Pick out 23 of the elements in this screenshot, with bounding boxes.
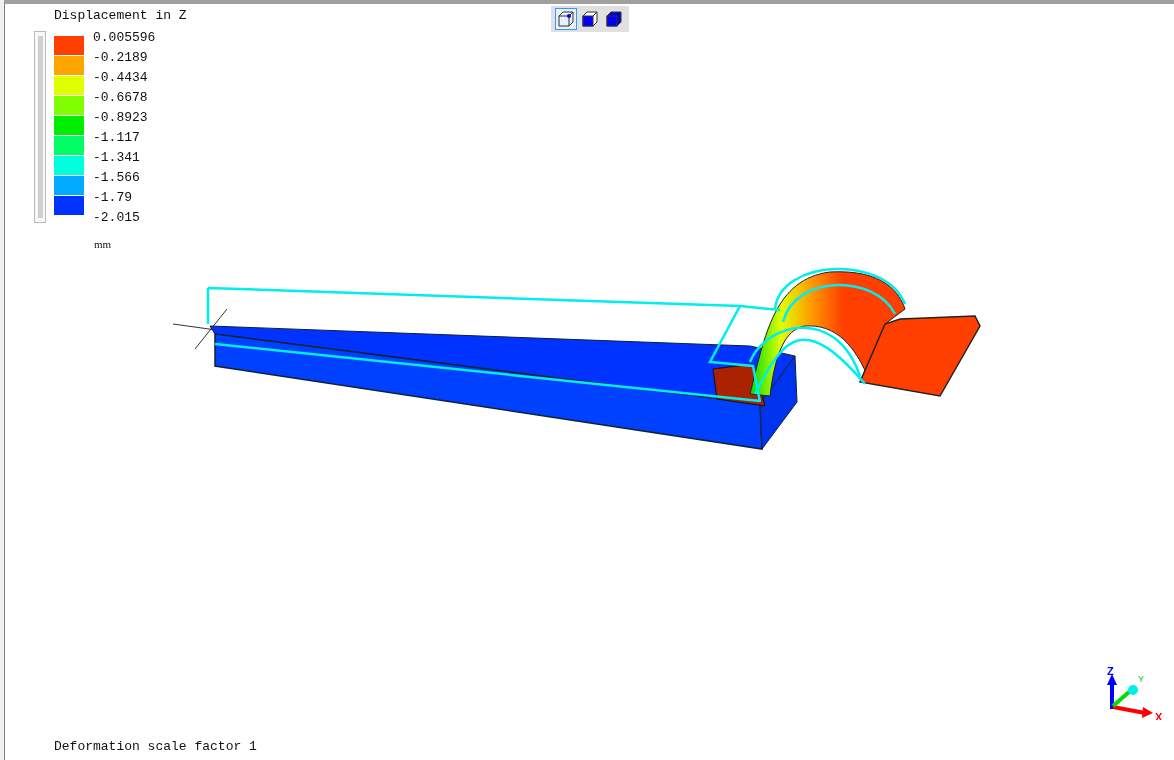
axis-label: Z (1107, 665, 1114, 677)
legend-value: -0.6678 (93, 89, 149, 107)
view-mode-button[interactable] (603, 8, 625, 30)
legend-value: -1.566 (93, 169, 141, 187)
legend-value: -0.4434 (93, 69, 149, 87)
legend-title: Displacement in Z (54, 8, 187, 24)
legend-value: 0.005596 (93, 29, 156, 47)
legend-value: -0.8923 (93, 109, 149, 127)
cube-icon (582, 11, 598, 27)
view-mode-button[interactable] (555, 8, 577, 30)
legend-value: -1.341 (93, 149, 141, 167)
axis-label: Y (1138, 674, 1144, 684)
legend-unit: mm (94, 237, 112, 252)
wireframe-cube-icon (558, 11, 574, 27)
legend-value: -2.015 (93, 209, 141, 227)
legend-value: -0.2189 (93, 49, 149, 67)
range-slider[interactable] (34, 31, 46, 223)
view-mode-button[interactable] (579, 8, 601, 30)
solid-cube-icon (606, 11, 622, 27)
axis-triad-drawing (1107, 674, 1153, 718)
legend-value: -1.117 (93, 129, 141, 147)
status-text: Deformation scale factor 1 (54, 738, 257, 756)
legend-value: -1.79 (93, 189, 133, 207)
